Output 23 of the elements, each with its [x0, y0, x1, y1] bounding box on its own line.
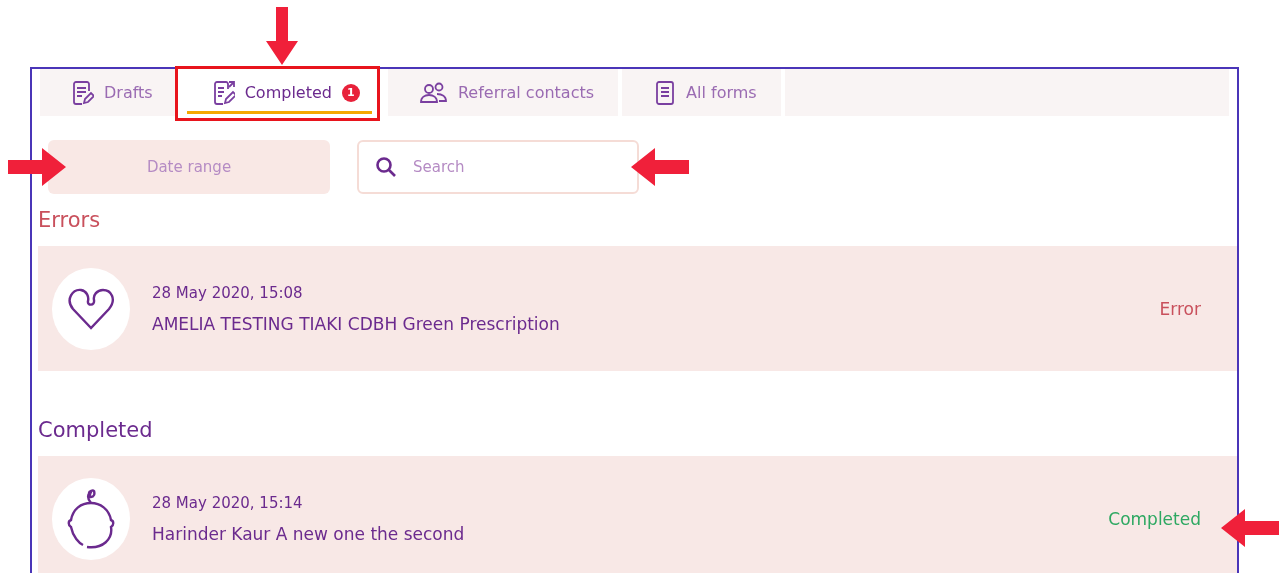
heart-icon [67, 286, 115, 331]
count-badge: 1 [341, 83, 360, 102]
form-card[interactable]: 28 May 2020, 15:08 AMELIA TESTING TIAKI CDBH Green Prescription Error [38, 246, 1237, 371]
people-icon [419, 80, 448, 105]
search-icon [375, 156, 397, 178]
form-date: 28 May 2020, 15:08 [152, 283, 304, 302]
baby-face-icon [67, 488, 115, 549]
status-label: Error [1159, 298, 1201, 319]
tab[interactable]: Referral contacts [387, 69, 619, 116]
form-title: AMELIA TESTING TIAKI CDBH Green Prescription [152, 313, 561, 334]
date-range-field[interactable]: Date range [48, 140, 330, 194]
search-field[interactable]: Search [357, 140, 639, 194]
document-icon [654, 80, 677, 105]
tab[interactable]: All forms [622, 69, 781, 116]
form-date: 28 May 2020, 15:14 [152, 493, 304, 512]
form-card[interactable]: 28 May 2020, 15:14 Harinder Kaur A new one the second Completed [38, 456, 1237, 573]
document-edit-icon [212, 80, 235, 105]
tab[interactable]: Drafts [40, 69, 177, 116]
section-heading: Errors [37, 207, 102, 234]
document-edit-icon [72, 80, 94, 105]
form-title: Harinder Kaur A new one the second [152, 523, 466, 544]
status-label: Completed [1108, 508, 1201, 529]
section-heading: Completed [37, 417, 154, 444]
